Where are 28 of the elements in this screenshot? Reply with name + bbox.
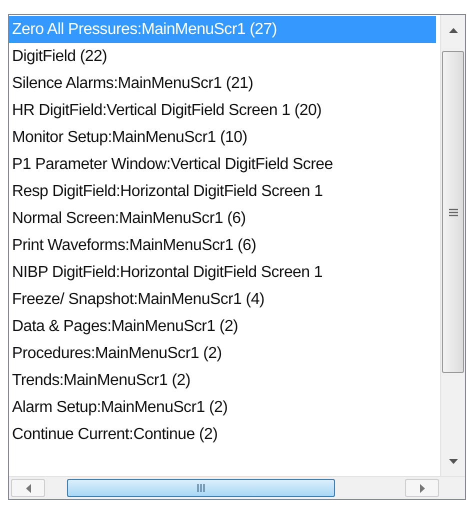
scroll-thumb[interactable]	[442, 51, 464, 373]
grip-icon	[448, 208, 458, 216]
list-item[interactable]: Procedures:MainMenuScr1 (2)	[9, 340, 440, 367]
down-arrow-icon	[448, 458, 458, 464]
list-item[interactable]: Freeze/ Snapshot:MainMenuScr1 (4)	[9, 286, 440, 313]
up-arrow-icon	[448, 28, 458, 32]
grip-icon	[196, 484, 206, 492]
list-item[interactable]: Print Waveforms:MainMenuScr1 (6)	[9, 232, 440, 259]
list-item[interactable]: Continue Current:Continue (2)	[9, 421, 440, 448]
list-item[interactable]: Alarm Setup:MainMenuScr1 (2)	[9, 394, 440, 421]
list-box[interactable]	[8, 14, 466, 500]
right-arrow-icon	[420, 484, 424, 492]
list-item[interactable]: Silence Alarms:MainMenuScr1 (21)	[9, 70, 440, 97]
scroll-thumb[interactable]	[67, 479, 335, 497]
scroll-left-button[interactable]	[11, 479, 45, 497]
left-arrow-icon	[26, 484, 30, 492]
list-item[interactable]: Data & Pages:MainMenuScr1 (2)	[9, 313, 440, 340]
list-item[interactable]: DigitField (22)	[9, 43, 440, 70]
list-item[interactable]: Normal Screen:MainMenuScr1 (6)	[9, 205, 440, 232]
list-item[interactable]: P1 Parameter Window:Vertical DigitField Scree	[9, 151, 440, 178]
vertical-scrollbar[interactable]	[440, 15, 465, 476]
scroll-right-button[interactable]	[405, 479, 439, 497]
horizontal-scrollbar[interactable]	[9, 476, 465, 499]
list-item[interactable]: HR DigitField:Vertical DigitField Screen 1 (20)	[9, 97, 440, 124]
list-item[interactable]: Trends:MainMenuScr1 (2)	[9, 367, 440, 394]
list-item[interactable]: NIBP DigitField:Horizontal DigitField Screen 1	[9, 259, 440, 286]
list-item[interactable]: Resp DigitField:Horizontal DigitField Screen 1	[9, 178, 440, 205]
list-item[interactable]: Monitor Setup:MainMenuScr1 (10)	[9, 124, 440, 151]
